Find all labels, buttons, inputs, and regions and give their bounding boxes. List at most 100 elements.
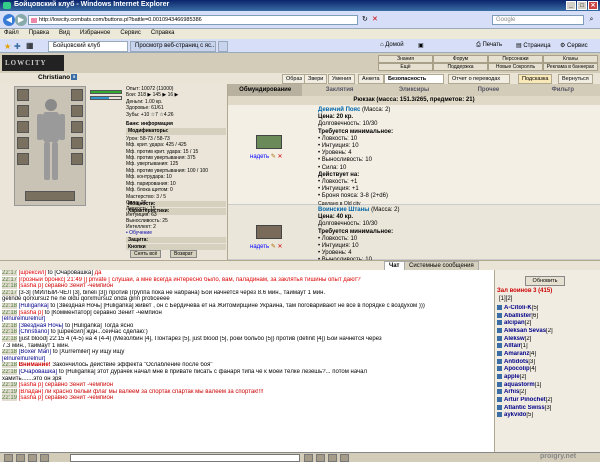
private-message-icon[interactable] — [497, 366, 502, 372]
earrings-slot[interactable] — [71, 89, 83, 101]
nav-forum[interactable]: Форум — [433, 55, 488, 63]
private-message-icon[interactable] — [497, 374, 502, 380]
nav-support[interactable]: Поддержка — [433, 63, 488, 71]
page-button[interactable]: ▤ Страница — [516, 42, 551, 49]
tools-button[interactable]: ⚙ Сервис — [560, 42, 588, 49]
private-message-icon[interactable] — [497, 381, 502, 387]
hint-button[interactable]: Подсказка — [518, 74, 553, 84]
tab-tips[interactable]: Просмотр веб-страниц с яс... — [130, 41, 216, 52]
private-message-icon[interactable] — [497, 351, 502, 357]
modifiers-header[interactable]: Модификаторы: — [126, 128, 226, 135]
protection-header[interactable]: Защита: — [126, 237, 226, 243]
chat-time[interactable]: 22:18 — [2, 362, 18, 369]
player-entry[interactable]: A-Citoli-K[5] — [497, 305, 599, 313]
transfer-report-button[interactable]: Отчет о переводах — [448, 74, 510, 84]
helmet-slot[interactable] — [17, 89, 29, 101]
filter-icon[interactable] — [28, 454, 37, 462]
smile-icon[interactable] — [4, 454, 13, 462]
tab-other[interactable]: Прочее — [451, 84, 525, 96]
bank-info-link[interactable]: Банк: информация — [126, 121, 226, 127]
player-name[interactable]: aquastorm — [504, 382, 535, 388]
item-name[interactable]: Воинские Штаны — [318, 207, 369, 213]
chat-time[interactable]: 22:17 — [2, 289, 18, 296]
player-entry[interactable]: Antidots[3] — [497, 358, 599, 367]
player-name[interactable]: Aleksw — [504, 336, 525, 342]
refresh-button[interactable]: Обновить — [525, 276, 565, 286]
menu-favorites[interactable]: Избранное — [80, 30, 110, 38]
chat-time[interactable]: 22:18 — [2, 368, 18, 375]
pager[interactable]: [1][2] — [499, 296, 512, 302]
chat-time[interactable]: 22:18 — [2, 309, 18, 316]
player-name[interactable]: A-Citoli-K — [504, 305, 532, 311]
private-message-icon[interactable] — [497, 328, 502, 334]
url-field[interactable]: http://lowcity.combats.com/buttons.pl?ba… — [28, 15, 358, 25]
chat-time[interactable]: 22:17 — [2, 276, 18, 283]
player-name[interactable]: aykvido — [504, 412, 526, 418]
chat-time[interactable]: 22:19 — [2, 395, 18, 402]
chat-nick[interactable]: [sasha p] — [19, 283, 43, 289]
tab-anketa[interactable]: Анкета — [358, 74, 384, 84]
player-entry[interactable]: Arhis[2] — [497, 389, 599, 397]
chat-nick[interactable]: [Christiano] — [19, 329, 49, 335]
private-message-icon[interactable] — [497, 312, 502, 318]
stop-icon[interactable]: ✕ — [372, 15, 378, 23]
back-icon[interactable]: ◀ — [3, 14, 15, 26]
favorites-star-icon[interactable]: ★ — [4, 42, 11, 51]
private-message-icon[interactable] — [497, 397, 502, 403]
close-button[interactable]: ✕ — [588, 1, 598, 10]
boots-slot[interactable] — [71, 153, 83, 165]
chat-nick[interactable]: [грозный бронкс] 21:49 [] private [ слуш… — [19, 277, 361, 283]
chat-time[interactable]: 22:18 — [2, 329, 18, 336]
nav-znaniya[interactable]: Знания — [378, 55, 433, 63]
menu-edit[interactable]: Правка — [29, 30, 49, 38]
private-message-icon[interactable] — [497, 305, 502, 310]
private-message-icon[interactable] — [497, 343, 502, 349]
chat-nick[interactable]: [шрексил] — [19, 270, 46, 276]
player-entry[interactable]: apple[2] — [497, 374, 599, 382]
print-button[interactable]: ⎙ Печать — [476, 42, 502, 49]
ring-slot[interactable] — [71, 137, 83, 149]
menu-view[interactable]: Вид — [59, 30, 70, 38]
new-tab-button[interactable] — [218, 41, 228, 52]
nav-klany[interactable]: Кланы — [543, 55, 598, 63]
menu-file[interactable]: Файл — [4, 30, 19, 38]
chat-time[interactable]: 22:18 — [2, 283, 18, 290]
player-name[interactable]: Arhis — [504, 389, 519, 395]
private-message-icon[interactable] — [497, 404, 502, 410]
player-name[interactable]: Amaranz — [504, 351, 529, 357]
nav-scrolls[interactable]: Новые Сокролль — [488, 63, 543, 71]
tab-bezopasnost[interactable]: Безопасность — [384, 74, 444, 84]
equip-item-button[interactable]: надеть ✎ ✕ — [250, 153, 283, 160]
tab-spells[interactable]: Заклятия — [302, 84, 376, 96]
nav-ads[interactable]: Реклама в баннерах — [543, 63, 598, 71]
player-entry[interactable]: Aleksw[2] — [497, 335, 599, 344]
chat-time[interactable]: 22:19 — [2, 388, 18, 395]
clear-icon[interactable] — [40, 454, 49, 462]
player-entry[interactable]: Atlantic Swiss[3] — [497, 404, 599, 413]
player-entry[interactable]: Aballister[6] — [497, 312, 599, 321]
drop-icon[interactable]: ✕ — [278, 244, 283, 250]
player-name[interactable]: Artur Pinochet — [504, 397, 546, 403]
private-message-icon[interactable] — [497, 412, 502, 418]
player-name[interactable]: Aleksan Sevas — [504, 328, 546, 334]
item-name[interactable]: Девичий Пояс — [318, 107, 360, 113]
chat-nick[interactable]: [sasha p] — [19, 382, 43, 388]
equip-item-button[interactable]: надеть ✎ ✕ — [250, 243, 283, 250]
player-entry[interactable]: Apocolip[4] — [497, 366, 599, 374]
shield-slot[interactable] — [71, 121, 83, 133]
tab-list-icon[interactable]: ▦ — [26, 41, 34, 50]
player-entry[interactable]: Alltair[1] — [497, 343, 599, 351]
search-icon[interactable]: ⌕ — [586, 15, 597, 25]
chat-nick[interactable]: [sasha p] — [19, 310, 43, 316]
player-entry[interactable]: Amaranz[4] — [497, 351, 599, 359]
chat-nick[interactable]: [Очаровашка] — [19, 369, 58, 375]
belt-items-slot[interactable] — [25, 191, 75, 201]
menu-help[interactable]: Справка — [151, 30, 175, 38]
chat-time[interactable]: 22:18 — [2, 302, 18, 309]
tab-zveri[interactable]: Звери — [304, 74, 328, 84]
drop-icon[interactable]: ✕ — [278, 154, 283, 160]
player-entry[interactable]: Aleksan Sevas[2] — [497, 328, 599, 336]
refresh-icon[interactable]: ↻ — [362, 15, 368, 23]
chat-nick[interactable]: [elnurelnurelnur] — [2, 356, 45, 362]
feeds-icon[interactable]: ▣ — [418, 42, 424, 49]
